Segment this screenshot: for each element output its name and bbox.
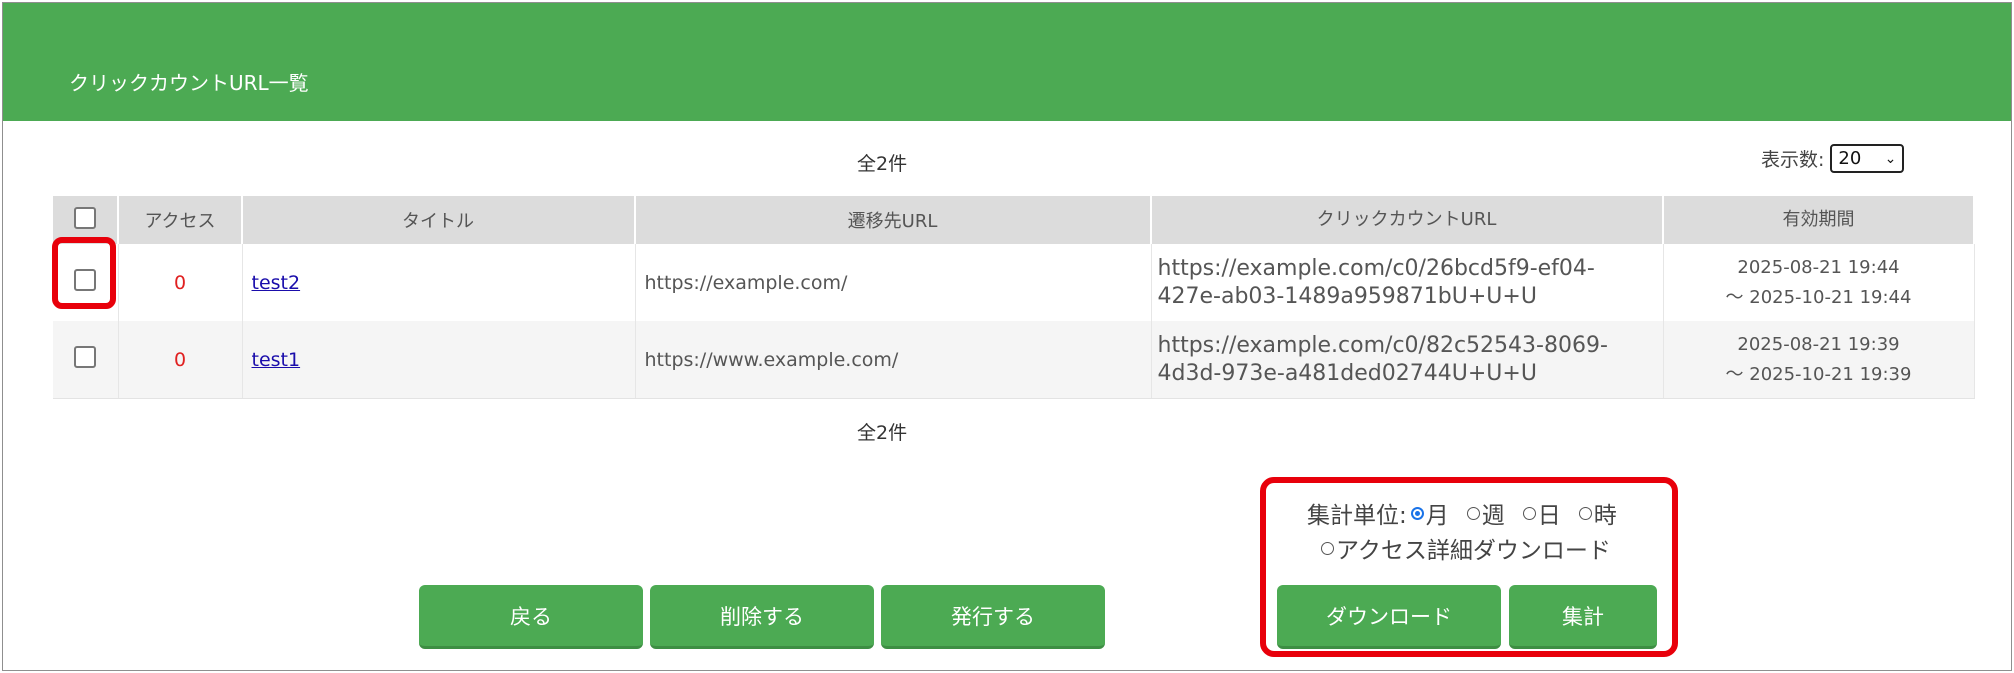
destination-url: https://example.com/ bbox=[635, 244, 1152, 321]
access-detail-download-option[interactable]: アクセス詳細ダウンロード bbox=[1321, 531, 1611, 565]
unit-option-week[interactable]: 週 bbox=[1466, 496, 1505, 530]
title-link[interactable]: test2 bbox=[252, 272, 301, 294]
select-all-checkbox[interactable] bbox=[74, 206, 96, 229]
valid-from: 2025-08-21 19:39 bbox=[1737, 333, 1900, 355]
unit-option-day-label: 日 bbox=[1537, 503, 1561, 529]
header-click-url[interactable]: クリックカウントURL bbox=[1151, 196, 1664, 244]
title-cell: test1 bbox=[242, 321, 636, 399]
display-count-value: 20 bbox=[1838, 148, 1862, 169]
click-url-table: アクセス タイトル 遷移先URL クリックカウントURL 有効期間 0 test… bbox=[53, 196, 1975, 399]
delete-button[interactable]: 削除する bbox=[650, 585, 874, 649]
unit-option-month-label: 月 bbox=[1425, 503, 1449, 529]
highlight-row-checkbox bbox=[52, 237, 116, 309]
page-title: クリックカウントURL一覧 bbox=[69, 71, 309, 95]
total-count-top: 全2件 bbox=[857, 153, 908, 175]
destination-url: https://www.example.com/ bbox=[635, 321, 1152, 399]
chevron-down-icon: ⌄ bbox=[1884, 150, 1897, 167]
header-destination-url[interactable]: 遷移先URL bbox=[635, 196, 1152, 244]
aggregation-unit-label: 集計単位: bbox=[1307, 503, 1407, 529]
click-url-line2: 427e-ab03-1489a959871bU+U+U bbox=[1157, 283, 1537, 309]
valid-period-cell: 2025-08-21 19:39 ～ 2025-10-21 19:39 bbox=[1663, 321, 1975, 399]
click-url-line1: https://example.com/c0/26bcd5f9-ef04- bbox=[1157, 255, 1595, 281]
page-frame: クリックカウントURL一覧 全2件 表示数: 20 ⌄ アクセス タイトル 遷移… bbox=[2, 2, 2012, 671]
valid-period-cell: 2025-08-21 19:44 ～ 2025-10-21 19:44 bbox=[1663, 244, 1975, 321]
radio-day[interactable] bbox=[1522, 506, 1536, 520]
unit-option-day[interactable]: 日 bbox=[1522, 496, 1561, 530]
header-access[interactable]: アクセス bbox=[118, 196, 243, 244]
access-count-cell: 0 bbox=[118, 244, 243, 321]
total-count-bottom: 全2件 bbox=[857, 422, 908, 444]
page-header: クリックカウントURL一覧 bbox=[3, 3, 2011, 121]
display-count: 表示数: 20 ⌄ bbox=[1761, 144, 1905, 173]
title-cell: test2 bbox=[242, 244, 636, 321]
click-url-cell: https://example.com/c0/26bcd5f9-ef04- 42… bbox=[1151, 244, 1664, 321]
radio-access-detail[interactable] bbox=[1321, 541, 1334, 555]
unit-option-month[interactable]: 月 bbox=[1410, 496, 1449, 530]
click-url-cell: https://example.com/c0/82c52543-8069- 4d… bbox=[1151, 321, 1664, 399]
radio-hour[interactable] bbox=[1578, 506, 1592, 520]
table-row: 0 test2 https://example.com/ https://exa… bbox=[53, 244, 1975, 321]
aggregation-unit-row: 集計単位: 月 週 日 時 bbox=[1307, 496, 1631, 530]
click-url-line2: 4d3d-973e-a481ded02744U+U+U bbox=[1157, 360, 1537, 386]
row-select-cell bbox=[53, 321, 119, 399]
access-count: 0 bbox=[173, 271, 187, 294]
issue-button[interactable]: 発行する bbox=[881, 585, 1105, 649]
valid-to: ～ 2025-10-21 19:39 bbox=[1725, 363, 1912, 385]
display-count-select[interactable]: 20 ⌄ bbox=[1830, 144, 1905, 173]
table-row: 0 test1 https://www.example.com/ https:/… bbox=[53, 321, 1975, 399]
access-count-cell: 0 bbox=[118, 321, 243, 399]
display-count-label: 表示数: bbox=[1761, 149, 1825, 171]
aggregate-button[interactable]: 集計 bbox=[1509, 585, 1657, 649]
unit-option-hour[interactable]: 時 bbox=[1578, 496, 1617, 530]
header-title[interactable]: タイトル bbox=[242, 196, 636, 244]
header-valid-period[interactable]: 有効期間 bbox=[1663, 196, 1975, 244]
valid-from: 2025-08-21 19:44 bbox=[1737, 256, 1900, 278]
click-url-line1: https://example.com/c0/82c52543-8069- bbox=[1157, 332, 1608, 358]
radio-week[interactable] bbox=[1466, 506, 1480, 520]
access-detail-download-label: アクセス詳細ダウンロード bbox=[1336, 538, 1611, 564]
row-checkbox[interactable] bbox=[74, 346, 97, 368]
unit-option-week-label: 週 bbox=[1481, 503, 1505, 529]
title-link[interactable]: test1 bbox=[252, 349, 301, 371]
unit-option-hour-label: 時 bbox=[1593, 503, 1617, 529]
access-count: 0 bbox=[173, 348, 187, 371]
radio-month[interactable] bbox=[1410, 506, 1424, 520]
download-button[interactable]: ダウンロード bbox=[1277, 585, 1501, 649]
back-button[interactable]: 戻る bbox=[419, 585, 643, 649]
table-header-row: アクセス タイトル 遷移先URL クリックカウントURL 有効期間 bbox=[53, 196, 1975, 244]
valid-to: ～ 2025-10-21 19:44 bbox=[1725, 286, 1912, 308]
